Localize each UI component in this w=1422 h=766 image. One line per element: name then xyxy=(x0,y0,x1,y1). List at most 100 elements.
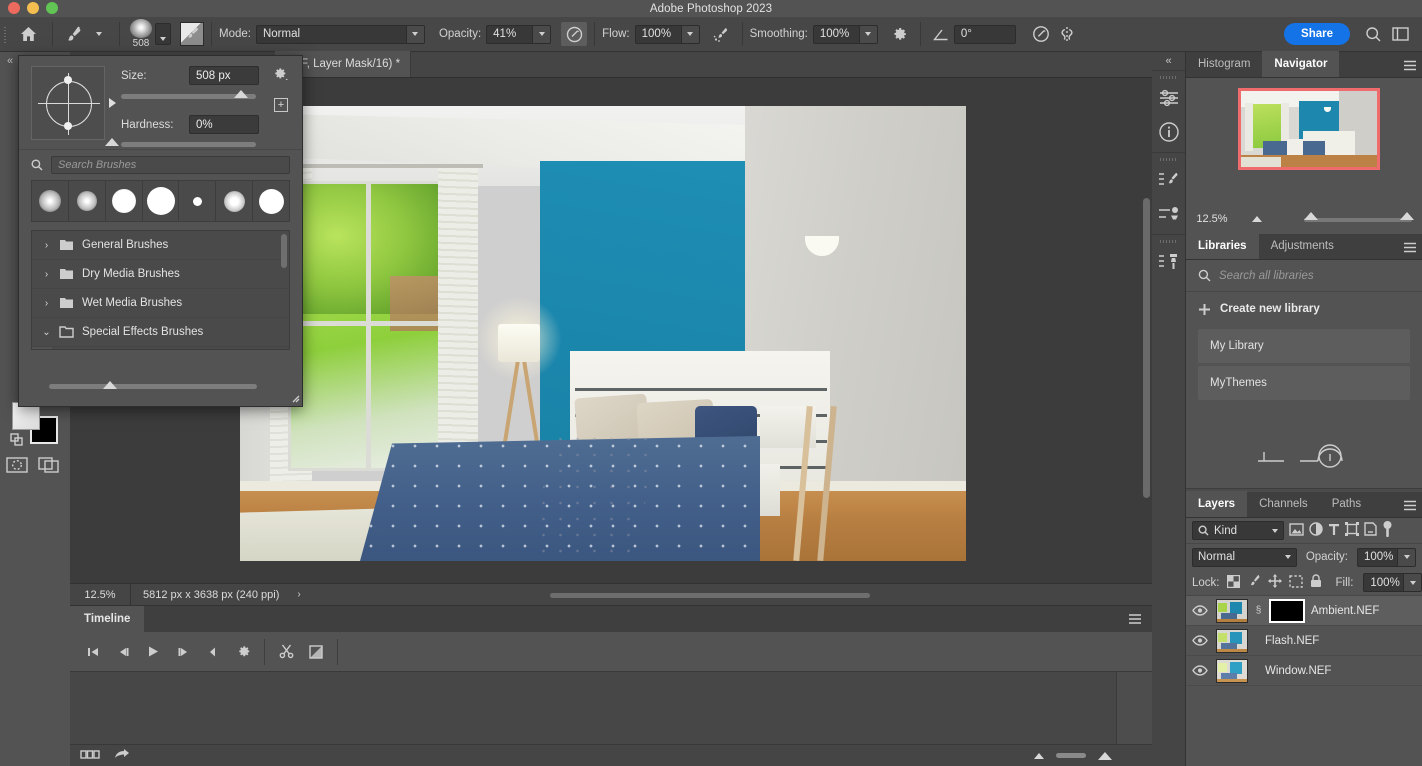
brush-tool-icon[interactable] xyxy=(60,21,86,47)
options-bar-grip[interactable] xyxy=(0,17,11,52)
collapse-panels-icon[interactable]: « xyxy=(1152,52,1185,70)
roundness-handle-top[interactable] xyxy=(64,76,72,84)
swap-colors-icon[interactable] xyxy=(10,433,24,447)
brush-hardness-slider-thumb[interactable] xyxy=(105,138,119,146)
home-icon[interactable] xyxy=(11,21,45,47)
tab-paths[interactable]: Paths xyxy=(1320,491,1373,517)
list-item[interactable]: › Dry Media Brushes xyxy=(32,260,289,289)
create-new-library-button[interactable]: Create new library xyxy=(1186,292,1422,326)
layer-name[interactable]: Window.NEF xyxy=(1265,665,1331,677)
brush-presets-icon[interactable] xyxy=(1152,197,1185,231)
layer-fill-field[interactable]: 100% xyxy=(1363,573,1422,592)
chevron-down-icon[interactable]: ⌄ xyxy=(42,327,51,338)
chevron-right-icon[interactable]: › xyxy=(42,298,51,309)
zoom-out-timeline-icon[interactable] xyxy=(1034,753,1044,759)
brush-preset-tiny-round[interactable] xyxy=(179,180,216,222)
layer-opacity-field[interactable]: 100% xyxy=(1357,548,1416,567)
split-clip-icon[interactable] xyxy=(271,632,301,672)
dock-grip[interactable] xyxy=(1152,156,1185,163)
go-to-first-frame-icon[interactable] xyxy=(78,632,108,672)
pressure-opacity-icon[interactable] xyxy=(561,22,587,46)
close-button[interactable] xyxy=(8,2,20,14)
search-icon[interactable] xyxy=(1360,21,1386,47)
scrollbar-thumb[interactable] xyxy=(281,234,287,268)
brush-preset-soft-round-small[interactable] xyxy=(32,180,69,222)
chevron-right-icon[interactable]: › xyxy=(42,269,51,280)
tab-navigator[interactable]: Navigator xyxy=(1262,51,1339,77)
layer-thumbnail[interactable] xyxy=(1216,629,1248,653)
airbrush-icon[interactable] xyxy=(709,21,735,47)
layer-mask-thumbnail[interactable] xyxy=(1269,599,1305,623)
chevron-right-icon[interactable]: › xyxy=(42,240,51,251)
lock-transparency-icon[interactable] xyxy=(1227,575,1240,591)
list-item[interactable]: › General Brushes xyxy=(32,231,289,260)
lock-all-icon[interactable] xyxy=(1310,574,1322,591)
panel-menu-icon[interactable] xyxy=(1404,60,1416,71)
brush-picker-chevron-icon[interactable] xyxy=(155,23,171,45)
zoom-in-timeline-icon[interactable] xyxy=(1098,752,1112,760)
brush-preset-soft-round[interactable] xyxy=(69,180,106,222)
clone-source-icon[interactable] xyxy=(1152,245,1185,279)
navigator-zoom-value[interactable]: 12.5% xyxy=(1186,213,1238,225)
navigator-zoom-thumb[interactable] xyxy=(1304,212,1318,220)
gear-icon[interactable] xyxy=(272,66,290,82)
layer-fill-value[interactable]: 100% xyxy=(1363,573,1403,592)
new-brush-preset-icon[interactable]: + xyxy=(274,98,288,112)
brush-preset-hard-round[interactable] xyxy=(106,180,143,222)
play-icon[interactable] xyxy=(138,632,168,672)
symmetry-icon[interactable] xyxy=(1054,21,1080,47)
next-frame-icon[interactable] xyxy=(168,632,198,672)
lock-position-icon[interactable] xyxy=(1268,574,1282,591)
type-filter-icon[interactable] xyxy=(1328,523,1340,539)
previous-frame-icon[interactable] xyxy=(108,632,138,672)
navigator-thumbnail[interactable] xyxy=(1238,88,1380,170)
opacity-select[interactable]: 41% xyxy=(486,25,551,44)
horizontal-scrollbar[interactable] xyxy=(550,593,870,598)
layer-name[interactable]: Ambient.NEF xyxy=(1311,605,1379,617)
roundness-handle-bottom[interactable] xyxy=(64,122,72,130)
brush-search-row[interactable]: Search Brushes xyxy=(19,150,302,180)
canvas-scrollbar-vertical[interactable] xyxy=(1140,78,1152,583)
libraries-search-row[interactable]: Search all libraries xyxy=(1186,260,1422,292)
layer-blend-mode-select[interactable]: Normal xyxy=(1192,548,1297,567)
layer-name[interactable]: Flash.NEF xyxy=(1265,635,1319,647)
zoom-in-icon[interactable] xyxy=(1400,212,1414,220)
panel-menu-icon[interactable] xyxy=(1128,613,1142,625)
smoothing-select[interactable]: 100% xyxy=(813,25,878,44)
workspace-icon[interactable] xyxy=(1386,21,1414,47)
filter-toggle-icon[interactable] xyxy=(1382,521,1393,541)
timeline-settings-icon[interactable] xyxy=(228,632,258,672)
blend-mode-select[interactable]: Normal xyxy=(256,25,425,44)
link-icon[interactable]: § xyxy=(1254,605,1263,616)
status-zoom-level[interactable]: 12.5% xyxy=(70,589,130,601)
dock-grip[interactable] xyxy=(1152,238,1185,245)
layer-thumbnail[interactable] xyxy=(1216,659,1248,683)
chevron-down-icon[interactable] xyxy=(406,25,425,44)
table-row[interactable]: Window.NEF xyxy=(1186,656,1422,686)
lock-artboard-icon[interactable] xyxy=(1289,575,1303,591)
flow-select[interactable]: 100% xyxy=(635,25,700,44)
minimize-button[interactable] xyxy=(27,2,39,14)
share-button[interactable]: Share xyxy=(1284,23,1350,45)
collapse-tools-icon[interactable]: « xyxy=(2,54,18,68)
list-item[interactable]: › Wet Media Brushes xyxy=(32,289,289,318)
brush-search-input[interactable]: Search Brushes xyxy=(51,156,290,174)
brush-size-input[interactable]: 508 px xyxy=(189,66,259,85)
shape-filter-icon[interactable] xyxy=(1345,522,1359,539)
brush-list-size-slider[interactable] xyxy=(49,384,257,389)
smoothing-options-gear-icon[interactable] xyxy=(887,21,913,47)
tab-channels[interactable]: Channels xyxy=(1247,491,1320,517)
brush-hardness-slider[interactable] xyxy=(121,142,256,147)
brush-preview-picker[interactable]: 508 xyxy=(127,19,155,49)
layer-thumbnail[interactable] xyxy=(1216,599,1248,623)
table-row[interactable]: Flash.NEF xyxy=(1186,626,1422,656)
tool-preset-chevron-icon[interactable] xyxy=(86,21,112,47)
flow-value[interactable]: 100% xyxy=(635,25,681,44)
brush-folder-children[interactable] xyxy=(32,347,289,350)
brush-preset-hard-round-med[interactable] xyxy=(253,180,289,222)
scrollbar-thumb[interactable] xyxy=(1143,198,1150,498)
layer-visibility-icon[interactable] xyxy=(1190,635,1210,646)
audio-icon[interactable] xyxy=(198,632,228,672)
tab-adjustments[interactable]: Adjustments xyxy=(1259,233,1346,259)
adjustments-icon[interactable] xyxy=(1152,81,1185,115)
